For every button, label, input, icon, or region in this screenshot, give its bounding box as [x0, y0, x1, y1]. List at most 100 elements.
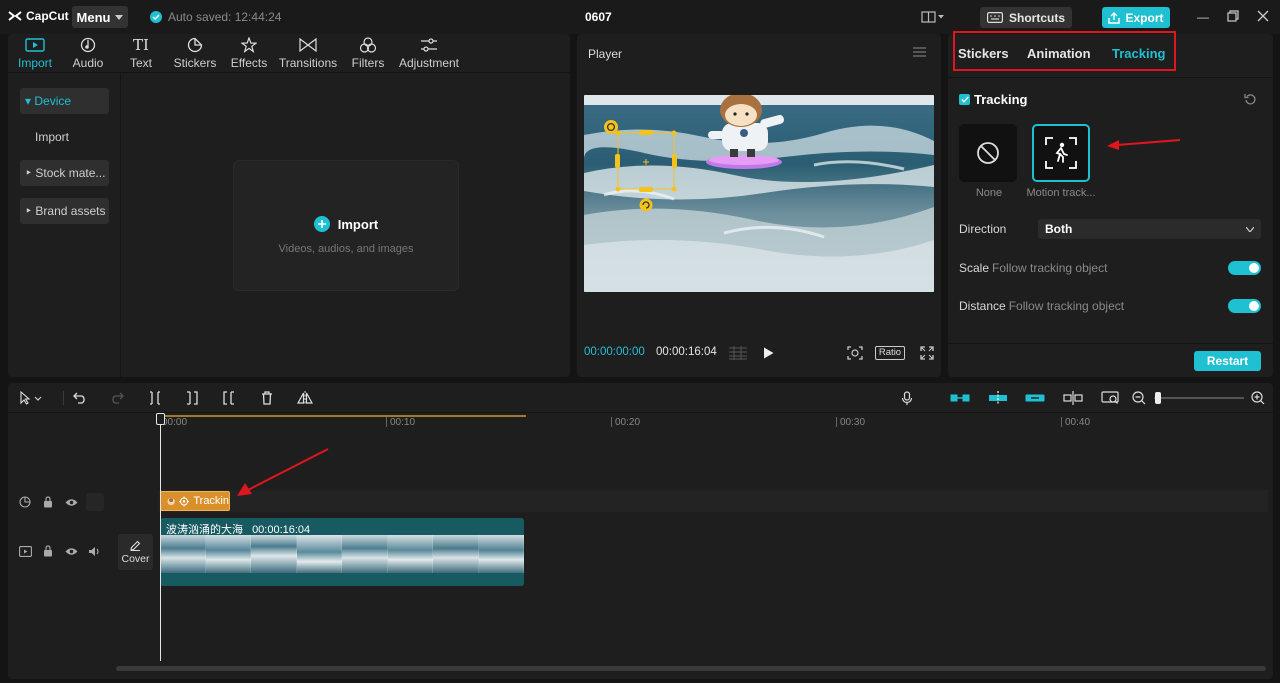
- scale-toggle[interactable]: [1228, 261, 1261, 275]
- import-icon: [25, 36, 45, 54]
- tab-adjustment[interactable]: Adjustment: [396, 34, 462, 72]
- layout-icon[interactable]: [921, 11, 945, 23]
- sidebar-item-stock-material[interactable]: ‣ Stock mate...: [20, 160, 109, 186]
- properties-panel: Stickers Animation Tracking Tracking Non…: [948, 31, 1273, 377]
- capcut-logo: CapCut: [8, 9, 69, 23]
- ratio-button[interactable]: Ratio: [875, 346, 905, 360]
- video-preview[interactable]: [584, 95, 934, 292]
- zoom-slider-track[interactable]: [1154, 397, 1244, 399]
- ruler-tick: 00:00: [162, 417, 188, 428]
- tab-import[interactable]: Import: [14, 34, 56, 72]
- audio-icon: [80, 36, 96, 54]
- pencil-icon: [130, 540, 141, 551]
- tracking-title: Tracking: [974, 92, 1028, 107]
- adjustment-icon: [420, 36, 438, 54]
- filters-icon: [359, 36, 377, 54]
- tab-filters[interactable]: Filters: [348, 34, 388, 72]
- zoom-in-icon[interactable]: [1249, 389, 1267, 407]
- undo-icon[interactable]: [71, 389, 89, 407]
- reset-icon[interactable]: [1244, 93, 1257, 106]
- video-thumbnail: [205, 535, 251, 573]
- trash-icon[interactable]: [258, 389, 276, 407]
- timeline-toolbar: [8, 383, 1273, 413]
- plus-circle-icon: [313, 216, 330, 232]
- close-icon[interactable]: [1257, 10, 1271, 24]
- delete-right-icon[interactable]: [220, 389, 238, 407]
- import-button[interactable]: Import: [234, 216, 458, 232]
- cover-button[interactable]: Cover: [118, 534, 153, 570]
- tab-label: Adjustment: [398, 56, 460, 70]
- timecode-grid-icon[interactable]: [729, 346, 747, 360]
- mirror-icon[interactable]: [296, 389, 314, 407]
- ruler-mark: [1061, 417, 1062, 427]
- tracking-option-none[interactable]: [959, 124, 1017, 182]
- tab-effects[interactable]: Effects: [227, 34, 271, 72]
- main-track-magnet-icon[interactable]: [950, 389, 970, 407]
- fullscreen-icon[interactable]: [920, 346, 934, 360]
- tab-audio[interactable]: Audio: [68, 34, 108, 72]
- ruler-mark: [836, 417, 837, 427]
- video-track-controls: [18, 544, 101, 558]
- tab-label: Text: [129, 56, 152, 70]
- toolbar-divider: [63, 391, 64, 405]
- zoom-out-icon[interactable]: [1130, 389, 1148, 407]
- sidebar-item-brand-assets[interactable]: ‣ Brand assets: [20, 198, 109, 224]
- annotation-arrow: [1107, 139, 1181, 150]
- media-sidebar: [8, 73, 121, 377]
- tracking-sticker-clip[interactable]: Trackin: [160, 491, 230, 511]
- tracking-checkbox[interactable]: Tracking: [959, 92, 1027, 107]
- option-label-motion: Motion track...: [1026, 187, 1096, 199]
- distance-label: Distance: [959, 299, 1006, 313]
- tracking-option-motion[interactable]: [1032, 124, 1090, 182]
- sidebar-item-import[interactable]: Import: [20, 124, 109, 150]
- tab-text[interactable]: TI Text: [121, 34, 161, 72]
- restart-button[interactable]: Restart: [1194, 351, 1261, 371]
- auto-snap-icon[interactable]: [988, 389, 1008, 407]
- menu-label: Menu: [76, 9, 111, 25]
- eye-icon[interactable]: [64, 544, 78, 558]
- video-thumbnail: [160, 535, 206, 573]
- distance-toggle[interactable]: [1228, 299, 1261, 313]
- menu-button[interactable]: Menu: [72, 6, 128, 28]
- linkage-icon[interactable]: [1025, 389, 1045, 407]
- tab-divider: [948, 77, 1273, 78]
- speaker-icon[interactable]: [87, 544, 101, 558]
- export-icon: [1108, 11, 1121, 24]
- lock-icon[interactable]: [41, 544, 55, 558]
- minimize-icon[interactable]: —: [1196, 10, 1210, 24]
- timeline-scrollbar[interactable]: [116, 666, 1266, 671]
- tab-stickers[interactable]: Stickers: [171, 34, 219, 72]
- chevron-down-icon: [1246, 226, 1254, 232]
- preview-axis-icon[interactable]: [1063, 389, 1083, 407]
- scale-label: Scale: [959, 261, 990, 275]
- redo-icon[interactable]: [108, 389, 126, 407]
- import-dropzone[interactable]: Import Videos, audios, and images: [233, 160, 459, 291]
- effects-icon: [241, 36, 257, 54]
- logo-text: CapCut: [26, 9, 69, 23]
- tab-transitions[interactable]: Transitions: [278, 34, 338, 72]
- microphone-icon[interactable]: [898, 389, 916, 407]
- fit-screen-icon[interactable]: [847, 346, 863, 360]
- split-icon[interactable]: [146, 389, 164, 407]
- delete-left-icon[interactable]: [183, 389, 201, 407]
- lock-icon[interactable]: [41, 495, 55, 509]
- eye-icon[interactable]: [64, 495, 78, 509]
- export-button[interactable]: Export: [1102, 7, 1170, 28]
- hamburger-menu-icon[interactable]: [913, 47, 926, 57]
- shortcuts-button[interactable]: Shortcuts: [980, 7, 1072, 28]
- sidebar-item-device[interactable]: ▾ Device: [20, 88, 109, 114]
- video-clip[interactable]: 波涛汹涌的大海 00:00:16:04: [160, 518, 524, 586]
- zoom-to-fit-icon[interactable]: [1100, 389, 1120, 407]
- zoom-slider-handle[interactable]: [1155, 392, 1161, 404]
- ruler-tick: 00:20: [615, 417, 641, 428]
- direction-select[interactable]: Both: [1038, 219, 1261, 239]
- playhead-handle[interactable]: [156, 413, 165, 425]
- restore-icon[interactable]: [1227, 10, 1241, 24]
- play-icon[interactable]: [763, 347, 774, 359]
- text-icon: TI: [133, 36, 149, 54]
- select-cursor-icon[interactable]: [16, 389, 46, 407]
- distance-sublabel: Follow tracking object: [1008, 299, 1125, 313]
- video-track-type-icon: [18, 544, 32, 558]
- sticker-track-type-icon: [18, 495, 32, 509]
- playhead[interactable]: [160, 413, 161, 661]
